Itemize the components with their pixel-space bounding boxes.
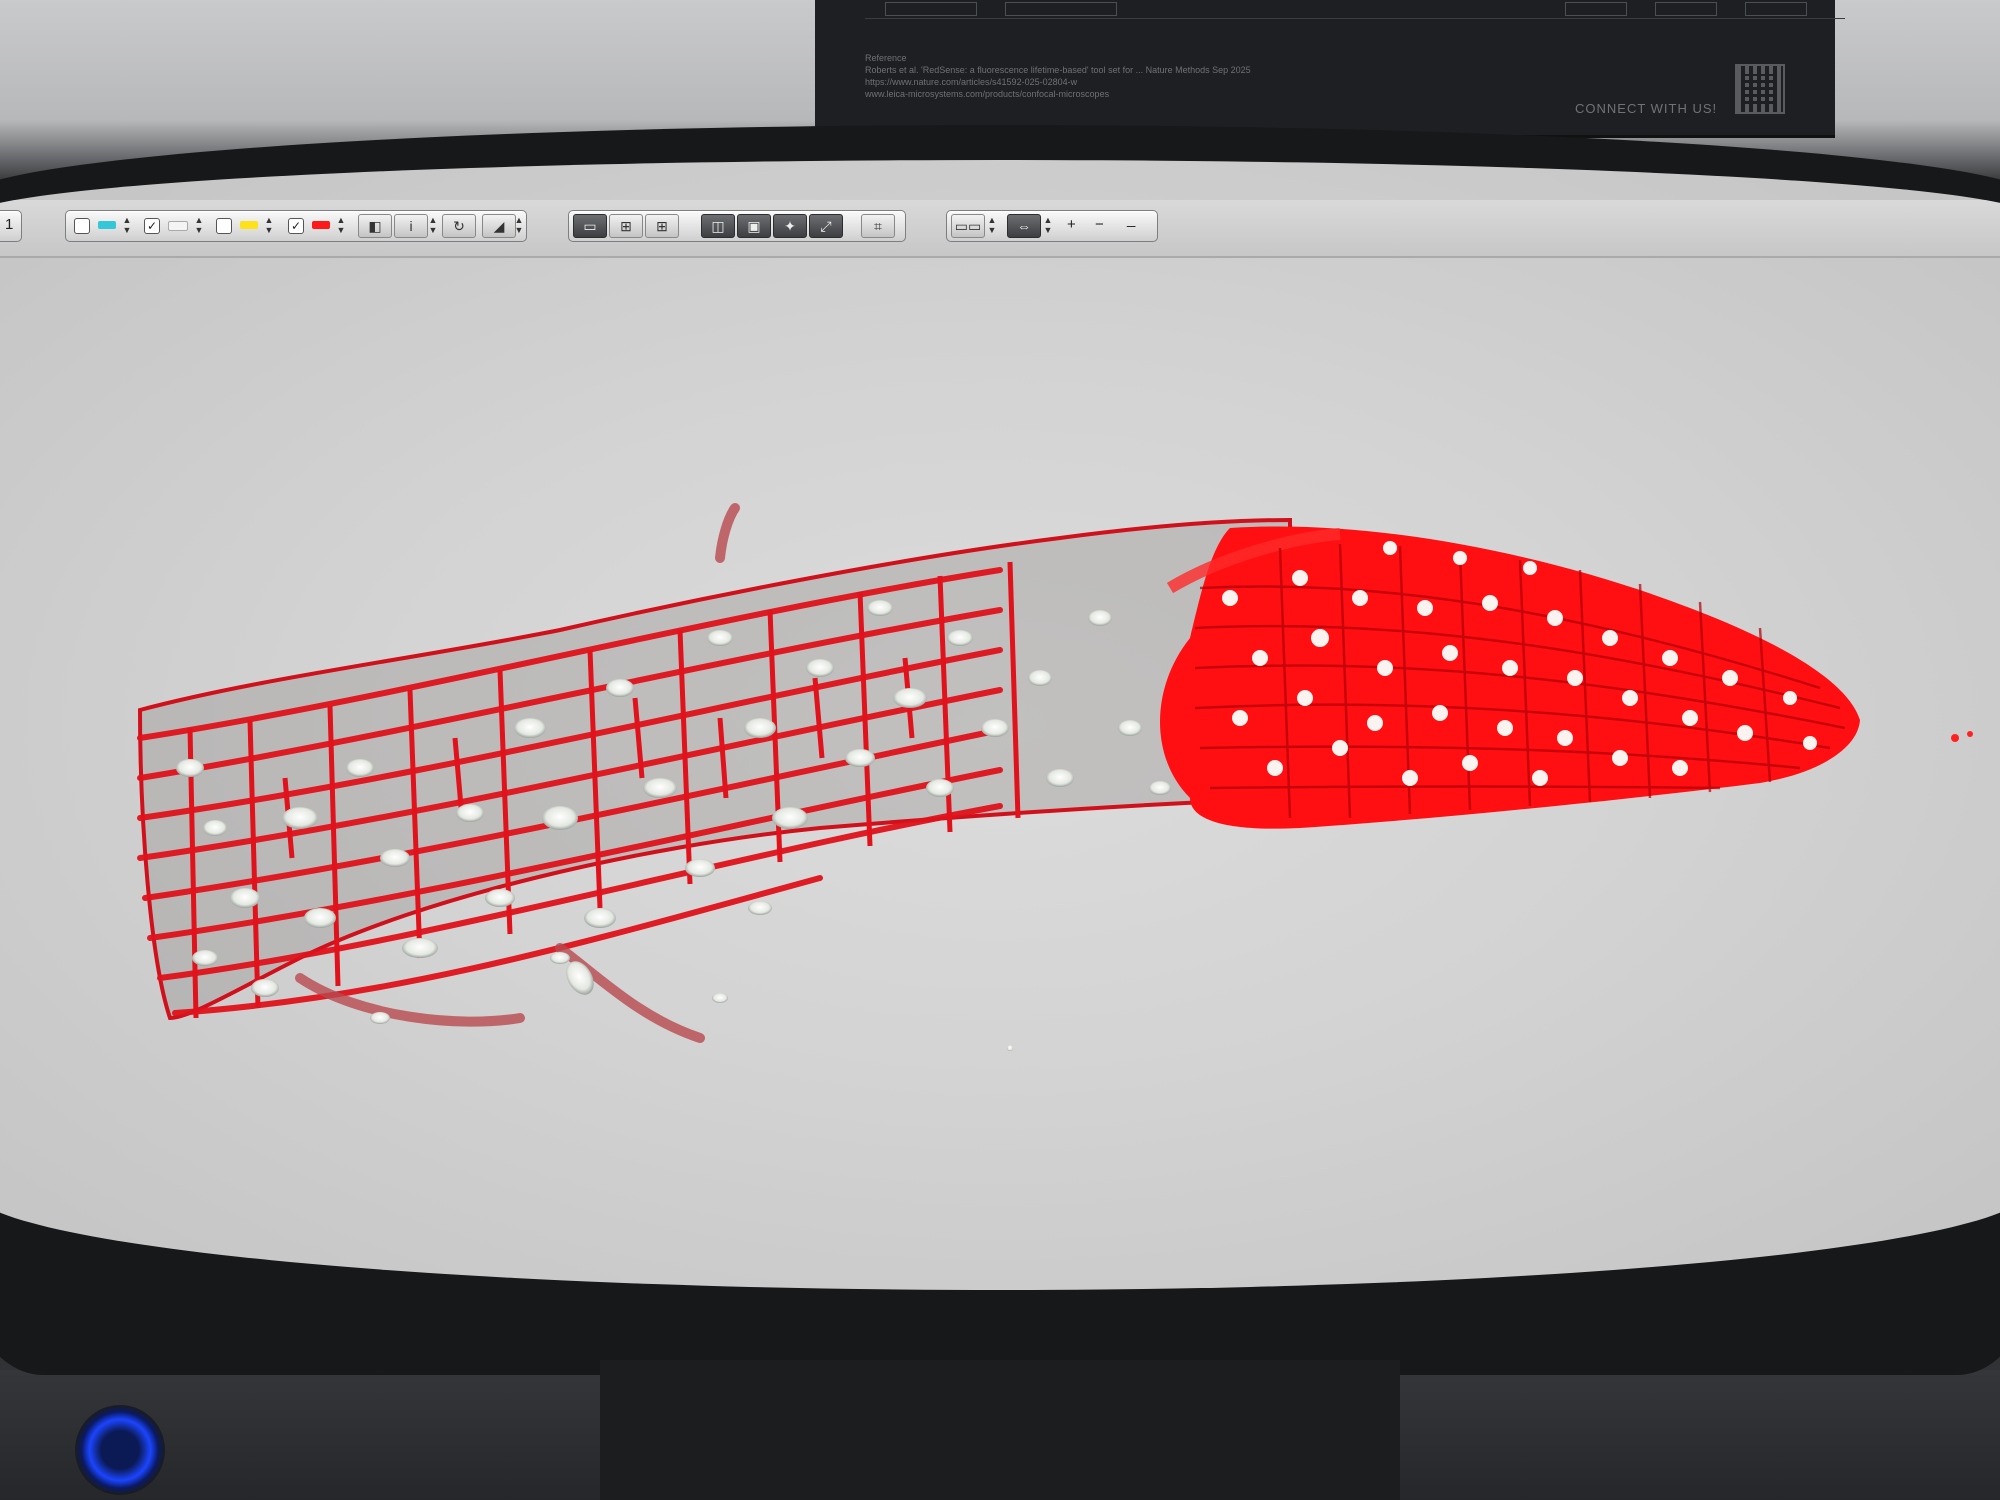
root-tip-render bbox=[137, 503, 1973, 1051]
single-view-icon[interactable]: ▭ bbox=[573, 214, 607, 238]
channel-toolbar-group: ▲ ▼ ✓ ▲ ▼ ▲ ▼ ✓ ▲ ▼ ◧ i ▲ ▼ ↻ ◢ ▲ ▼ bbox=[65, 210, 527, 242]
poster-reference-line: Roberts et al. 'RedSense: a fluorescence… bbox=[865, 65, 1251, 75]
channel-3-dropdown-icon[interactable]: ▲ ▼ bbox=[264, 215, 274, 235]
debris bbox=[1951, 731, 1973, 742]
viewer-toolbar: 1 ▲ ▼ ✓ ▲ ▼ ▲ ▼ ✓ ▲ ▼ ◧ i ▲ ▼ ↻ ◢ ▲ ▼ ▭ ⊞ bbox=[0, 200, 2000, 258]
fit-to-window-icon[interactable]: ⇔ bbox=[1007, 214, 1041, 238]
minimize-button[interactable]: _ bbox=[1127, 211, 1135, 228]
split-view-icon[interactable]: ⊞ bbox=[609, 214, 643, 238]
channel-1-checkbox[interactable] bbox=[74, 218, 90, 234]
dual-view-icon[interactable]: ▭▭ bbox=[951, 214, 985, 238]
monitor-screen: 1 ▲ ▼ ✓ ▲ ▼ ▲ ▼ ✓ ▲ ▼ ◧ i ▲ ▼ ↻ ◢ ▲ ▼ ▭ ⊞ bbox=[0, 160, 2000, 1290]
channel-4-checkbox[interactable]: ✓ bbox=[288, 218, 304, 234]
fullscreen-icon[interactable]: ⤢ bbox=[809, 214, 843, 238]
volume-render-icon[interactable]: ▣ bbox=[737, 214, 771, 238]
view-index-label: 1 bbox=[5, 216, 14, 233]
channel-3-color-swatch[interactable] bbox=[240, 221, 258, 229]
monitor-stand bbox=[600, 1360, 1400, 1500]
view-3d-icon[interactable]: ◫ bbox=[701, 214, 735, 238]
wall-poster: Reference Roberts et al. 'RedSense: a fl… bbox=[815, 0, 1845, 138]
root-tip-meristem bbox=[1160, 526, 1860, 829]
channel-2-dropdown-icon[interactable]: ▲ ▼ bbox=[194, 215, 204, 235]
gamma-dropdown-icon[interactable]: ▲ ▼ bbox=[514, 215, 524, 235]
qr-code-icon bbox=[1735, 64, 1785, 114]
zoom-toolbar-group: ▭▭ ▲ ▼ ⇔ ▲ ▼ + − _ bbox=[946, 210, 1158, 242]
channel-2-color-swatch[interactable] bbox=[168, 221, 188, 231]
poster-reference-line: https://www.nature.com/articles/s41592-0… bbox=[865, 77, 1078, 87]
channel-4-color-swatch[interactable] bbox=[312, 221, 330, 229]
gamma-ramp-icon[interactable]: ◢ bbox=[482, 214, 516, 238]
fit-dropdown-icon[interactable]: ▲ ▼ bbox=[1043, 215, 1053, 235]
poster-reference: Reference Roberts et al. 'RedSense: a fl… bbox=[865, 52, 1251, 100]
poster-reference-line: www.leica-microsystems.com/products/conf… bbox=[865, 89, 1110, 99]
info-icon[interactable]: i bbox=[394, 214, 428, 238]
poster-strip bbox=[865, 0, 1845, 19]
channel-4-dropdown-icon[interactable]: ▲ ▼ bbox=[336, 215, 346, 235]
poster-connect-text: CONNECT WITH US! bbox=[1575, 101, 1718, 116]
root-body bbox=[137, 517, 1292, 1021]
toolbar-left-stub[interactable]: 1 bbox=[0, 210, 22, 242]
channel-1-color-swatch[interactable] bbox=[98, 221, 116, 229]
layout-toolbar-group: ▭ ⊞ ⊞ ◫ ▣ ✦ ⤢ ⌗ bbox=[568, 210, 906, 242]
dual-view-dropdown-icon[interactable]: ▲ ▼ bbox=[987, 215, 997, 235]
zoom-out-button[interactable]: − bbox=[1095, 216, 1104, 233]
info-dropdown-icon[interactable]: ▲ ▼ bbox=[428, 215, 438, 235]
refresh-icon[interactable]: ↻ bbox=[442, 214, 476, 238]
channel-1-dropdown-icon[interactable]: ▲ ▼ bbox=[122, 215, 132, 235]
contrast-icon[interactable]: ◧ bbox=[358, 214, 392, 238]
export-image-icon[interactable]: ⌗ bbox=[861, 214, 895, 238]
power-button-icon[interactable] bbox=[75, 1405, 165, 1495]
image-viewport[interactable] bbox=[0, 258, 2000, 1288]
poster-reference-heading: Reference bbox=[865, 53, 907, 63]
zoom-in-button[interactable]: + bbox=[1067, 216, 1076, 233]
channel-3-checkbox[interactable] bbox=[216, 218, 232, 234]
camera-icon[interactable]: ✦ bbox=[773, 214, 807, 238]
channel-2-checkbox[interactable]: ✓ bbox=[144, 218, 160, 234]
grid-view-icon[interactable]: ⊞ bbox=[645, 214, 679, 238]
